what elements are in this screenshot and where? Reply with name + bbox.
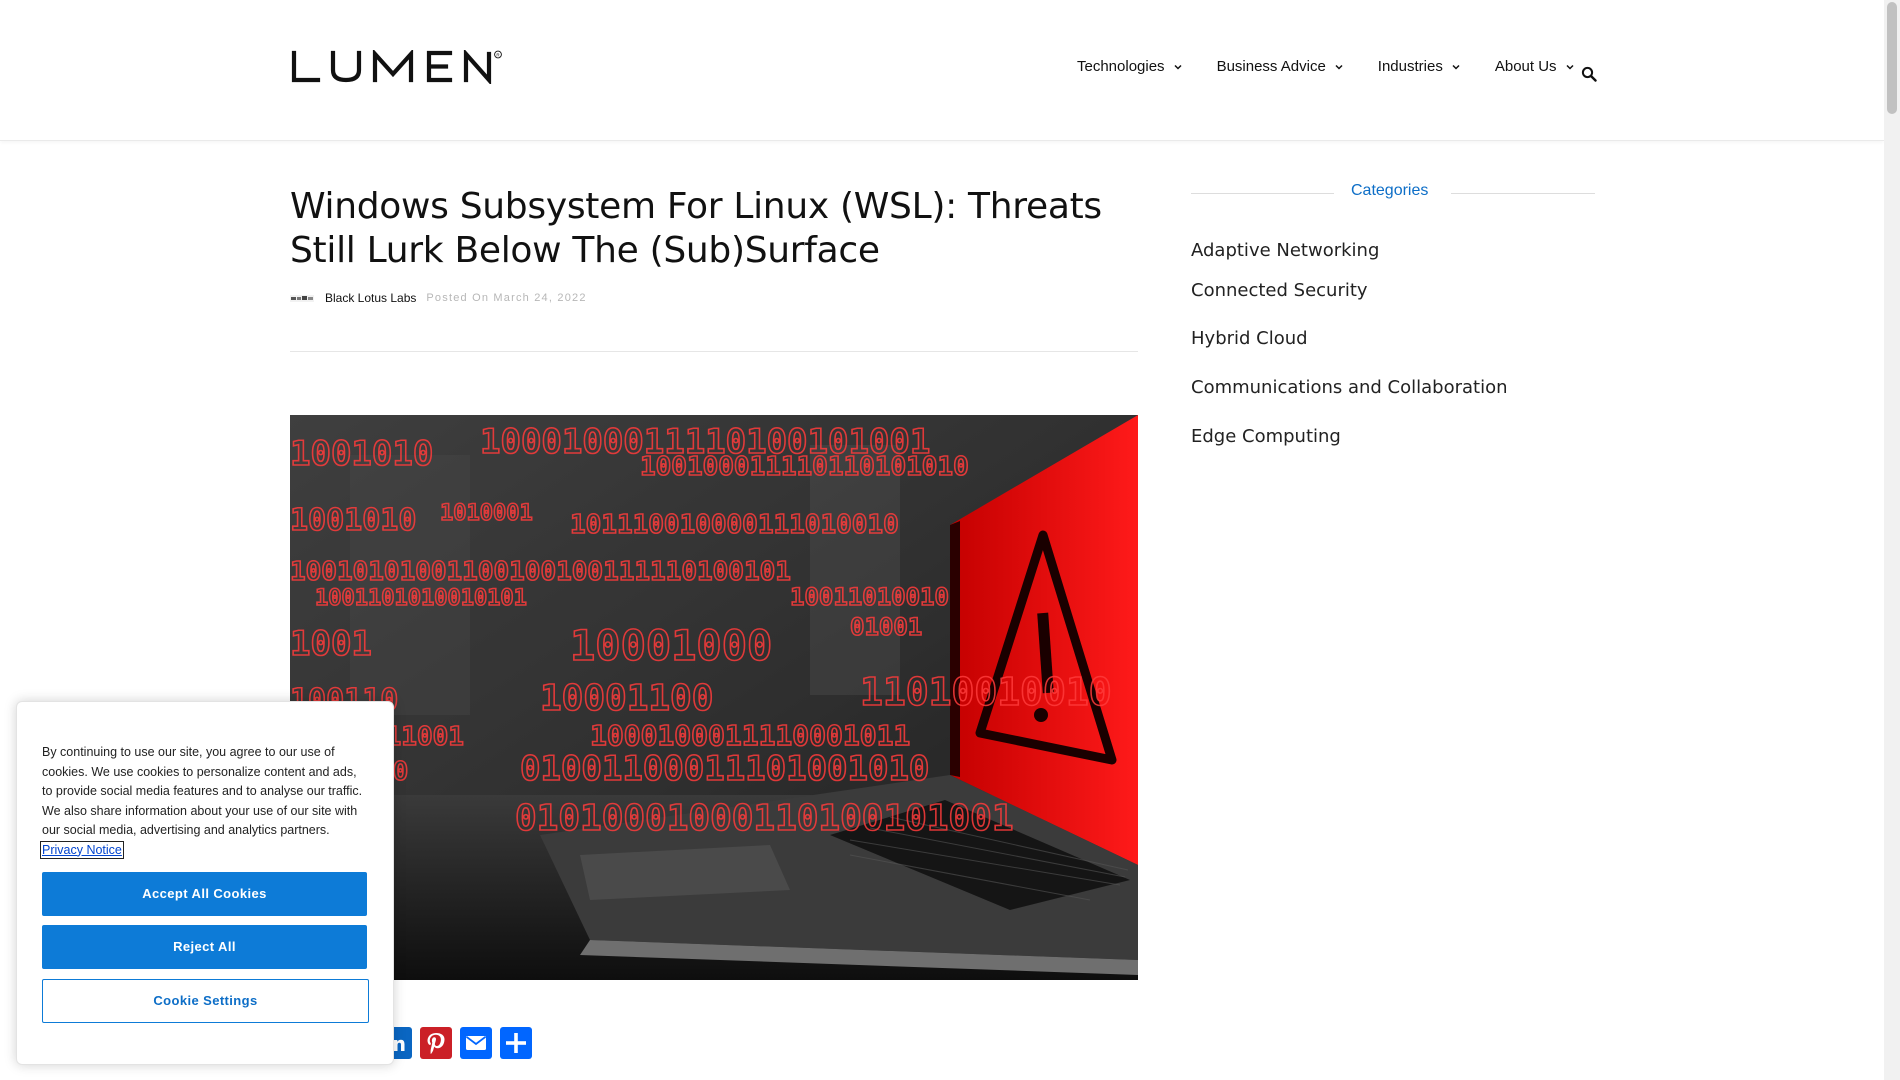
divider [1451, 193, 1595, 194]
cookie-settings-button[interactable]: Cookie Settings [42, 979, 369, 1023]
category-communications-collaboration[interactable]: Communications and Collaboration [1191, 377, 1508, 398]
nav-label: Industries [1377, 58, 1443, 75]
posted-date: Posted On March 24, 2022 [426, 292, 587, 304]
svg-text:100101010011001001001111101001: 10010101001100100100111110100101 [290, 557, 791, 587]
svg-text:R: R [496, 52, 500, 57]
svg-text:100100011110110101010: 100100011110110101010 [640, 452, 969, 482]
category-connected-security[interactable]: Connected Security [1191, 280, 1368, 301]
hero-image: 1001010 1000100011110100101001 100100011… [290, 415, 1138, 980]
email-icon [465, 1036, 487, 1050]
svg-text:10001000: 10001000 [570, 621, 772, 670]
pinterest-icon [427, 1033, 445, 1054]
email-share-button[interactable] [460, 1027, 492, 1059]
nav-label: Business Advice [1216, 58, 1326, 75]
article-title: Windows Subsystem For Linux (WSL): Threa… [290, 186, 1102, 271]
svg-text:1001: 1001 [290, 624, 372, 664]
nav-technologies[interactable]: Technologies [1077, 58, 1183, 75]
chevron-down-icon [1452, 64, 1460, 70]
share-bar [380, 1027, 540, 1059]
category-edge-computing[interactable]: Edge Computing [1191, 426, 1341, 447]
nav-about-us[interactable]: About Us [1495, 58, 1575, 75]
chevron-down-icon [1566, 64, 1574, 70]
author-name[interactable]: Black Lotus Labs [325, 291, 416, 305]
chevron-down-icon [1335, 64, 1343, 70]
cookie-text: By continuing to use our site, you agree… [42, 745, 363, 837]
privacy-notice-link[interactable]: Privacy Notice [40, 840, 124, 859]
nav-label: About Us [1494, 58, 1557, 75]
search-icon[interactable] [1581, 66, 1597, 82]
hero-illustration: 1001010 1000100011110100101001 100100011… [290, 415, 1138, 980]
pinterest-button[interactable] [420, 1027, 452, 1059]
share-button[interactable] [500, 1027, 532, 1059]
site-header: R Technologies Business Advice Industrie… [0, 0, 1884, 141]
svg-text:1000100011110001011: 1000100011110001011 [590, 719, 910, 752]
share-icon [506, 1033, 526, 1053]
svg-text:01001100011101001010: 01001100011101001010 [520, 749, 929, 789]
svg-text:101110010000111010010: 101110010000111010010 [570, 510, 899, 540]
svg-text:10011010010: 10011010010 [790, 583, 949, 611]
category-hybrid-cloud[interactable]: Hybrid Cloud [1191, 328, 1308, 349]
svg-text:1001101010010101: 1001101010010101 [315, 586, 527, 611]
author-avatar [290, 295, 314, 302]
cookie-message: By continuing to use our site, you agree… [40, 743, 368, 860]
nav-label: Technologies [1077, 58, 1165, 75]
categories-header: Categories [1191, 180, 1595, 204]
scrollbar-thumb[interactable] [1887, 2, 1897, 114]
svg-text:1010001: 1010001 [440, 501, 533, 526]
divider [290, 351, 1138, 352]
category-adaptive-networking[interactable]: Adaptive Networking [1191, 240, 1379, 261]
svg-text:01010001000110100101001: 01010001000110100101001 [515, 798, 1014, 839]
nav-business-advice[interactable]: Business Advice [1217, 58, 1344, 75]
svg-text:1001010: 1001010 [290, 434, 433, 474]
svg-text:1001010: 1001010 [290, 503, 416, 538]
reject-all-button[interactable]: Reject All [42, 925, 367, 969]
categories-title: Categories [1351, 182, 1429, 199]
divider [1191, 193, 1334, 194]
nav-industries[interactable]: Industries [1378, 58, 1461, 75]
svg-text:10001100: 10001100 [540, 678, 713, 719]
accept-all-cookies-button[interactable]: Accept All Cookies [42, 872, 367, 916]
lumen-logo[interactable]: R [291, 50, 503, 84]
svg-text:01001: 01001 [850, 613, 922, 641]
svg-text:11010010010: 11010010010 [860, 670, 1112, 714]
page-scrollbar[interactable] [1884, 0, 1900, 1080]
main-nav: Technologies Business Advice Industries … [1077, 58, 1609, 75]
byline: Black Lotus Labs Posted On March 24, 202… [290, 291, 587, 305]
chevron-down-icon [1174, 64, 1182, 70]
cookie-banner: By continuing to use our site, you agree… [16, 701, 394, 1065]
